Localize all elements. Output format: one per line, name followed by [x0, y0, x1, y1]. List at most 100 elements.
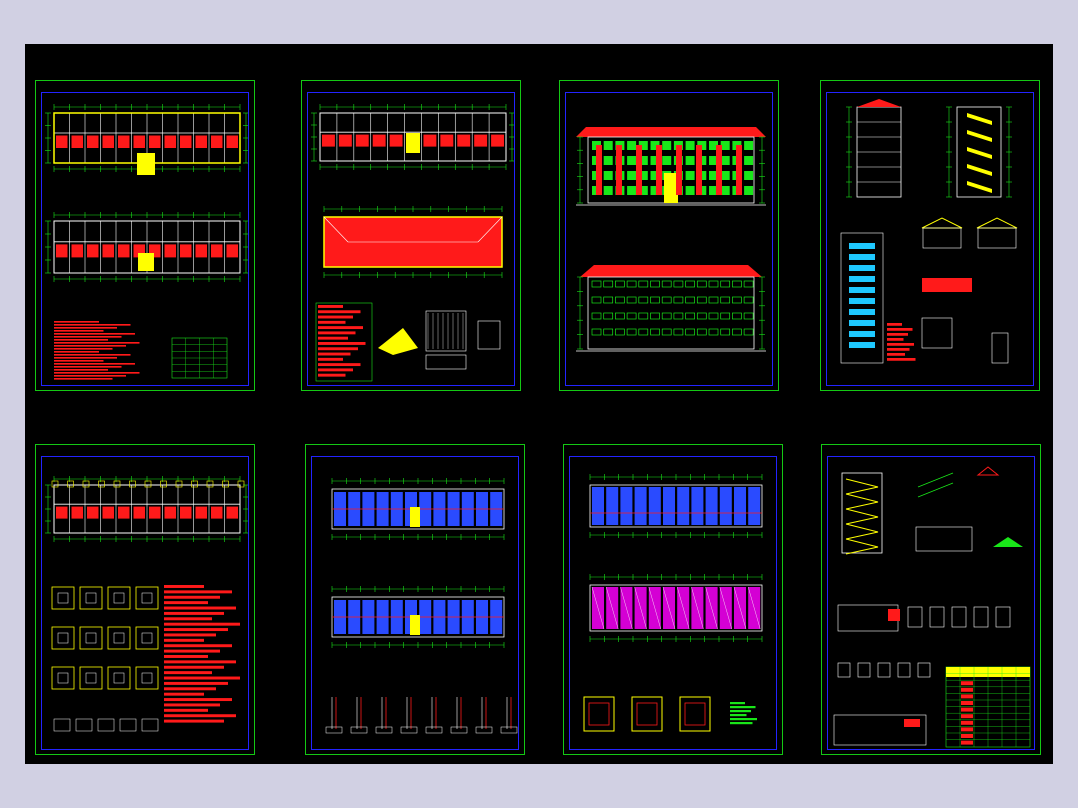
cad-linework — [425, 354, 467, 370]
sheet-roof-and-details[interactable] — [301, 80, 521, 391]
cad-linework — [615, 312, 625, 320]
cad-linework — [51, 666, 75, 690]
cad-linework — [720, 296, 731, 304]
sheet-sections-and-details[interactable] — [820, 80, 1040, 391]
cad-linework — [887, 338, 904, 341]
cad-linework — [54, 366, 122, 368]
cad-linework — [164, 665, 224, 669]
cad-linework — [603, 312, 614, 320]
cad-linework — [921, 317, 953, 349]
cad-linework — [661, 328, 672, 336]
cad-linework — [491, 134, 504, 147]
cad-linework — [57, 592, 69, 604]
cad-linework — [164, 633, 216, 637]
cad-linework — [180, 244, 192, 258]
cad-linework — [318, 357, 343, 361]
cad-linework — [673, 280, 684, 288]
gable — [921, 217, 963, 229]
gable — [976, 217, 1018, 229]
cad-linework — [615, 280, 625, 288]
cad-linework — [720, 328, 731, 336]
cad-linework — [673, 296, 684, 304]
cad-linework — [730, 710, 751, 713]
cad-linework — [410, 615, 420, 635]
cad-linework — [615, 296, 625, 304]
cad-linework — [87, 135, 99, 148]
cad-linework — [54, 351, 99, 353]
cad-linework — [164, 687, 216, 691]
sheet-slab-plans[interactable] — [563, 444, 783, 755]
sheet-foundation-plan[interactable] — [35, 444, 255, 755]
cad-linework — [849, 287, 875, 293]
cad-linework — [620, 487, 633, 525]
cad-linework — [318, 326, 363, 330]
cad-linework — [180, 506, 192, 519]
cad-linework — [102, 244, 114, 258]
cad-linework — [887, 358, 916, 361]
cad-linework — [676, 145, 682, 195]
cad-linework — [54, 339, 108, 341]
cad-linework — [318, 368, 353, 372]
sheet-floor-plans[interactable] — [35, 80, 255, 391]
cad-linework — [661, 312, 672, 320]
cad-linework — [54, 348, 113, 350]
cad-linework — [440, 134, 454, 147]
cad-linework — [450, 726, 468, 734]
cad-linework — [164, 660, 236, 664]
sheet-frame — [311, 456, 519, 750]
cad-linework — [164, 676, 240, 680]
stair-flight — [845, 508, 879, 525]
cad-linework — [887, 323, 902, 326]
cad-linework — [663, 487, 675, 525]
cad-linework — [149, 506, 161, 519]
roof — [576, 127, 766, 137]
cad-linework — [961, 720, 973, 725]
cad-linework — [191, 480, 198, 488]
cad-linework — [603, 280, 614, 288]
cad-linework — [650, 328, 660, 336]
cad-linework — [720, 312, 731, 320]
cad-linework — [54, 345, 126, 347]
cad-linework — [53, 718, 71, 732]
cad-linework — [638, 328, 649, 336]
stair-section — [378, 328, 418, 355]
cad-linework — [743, 280, 754, 288]
cad-linework — [685, 141, 695, 150]
cad-linework — [849, 331, 875, 337]
cad-linework — [195, 506, 207, 519]
cad-linework — [164, 719, 224, 723]
cad-linework — [75, 718, 93, 732]
sheet-frame — [826, 92, 1034, 386]
cad-linework — [917, 662, 931, 678]
cad-linework — [113, 632, 125, 644]
sheet-elevations[interactable] — [559, 80, 779, 391]
cad-linework — [164, 649, 220, 653]
cad-linework — [720, 141, 730, 150]
cad-linework — [164, 714, 236, 718]
detail — [993, 537, 1023, 547]
cad-linework — [673, 312, 684, 320]
cad-linework — [164, 708, 208, 712]
cad-linework — [991, 332, 1009, 364]
cad-linework — [400, 726, 418, 734]
cad-linework — [54, 363, 135, 365]
cad-linework — [730, 718, 757, 721]
cad-linework — [102, 506, 114, 519]
sheet-structural-plans[interactable] — [305, 444, 525, 755]
cad-linework — [615, 328, 625, 336]
cad-drawing-canvas[interactable] — [25, 44, 1053, 764]
sheet-stair-details-and-tables[interactable] — [821, 444, 1041, 755]
cad-linework — [222, 480, 229, 488]
cad-linework — [54, 372, 140, 374]
cad-linework — [691, 487, 704, 525]
cad-linework — [673, 328, 684, 336]
cad-linework — [141, 632, 153, 644]
cad-linework — [708, 280, 719, 288]
cad-linework — [626, 280, 637, 288]
cad-linework — [57, 672, 69, 684]
cad-linework — [54, 375, 126, 377]
cad-linework — [51, 586, 75, 610]
sheet-drawing — [325, 478, 518, 734]
cad-linework — [743, 328, 754, 336]
cad-linework — [164, 622, 240, 626]
